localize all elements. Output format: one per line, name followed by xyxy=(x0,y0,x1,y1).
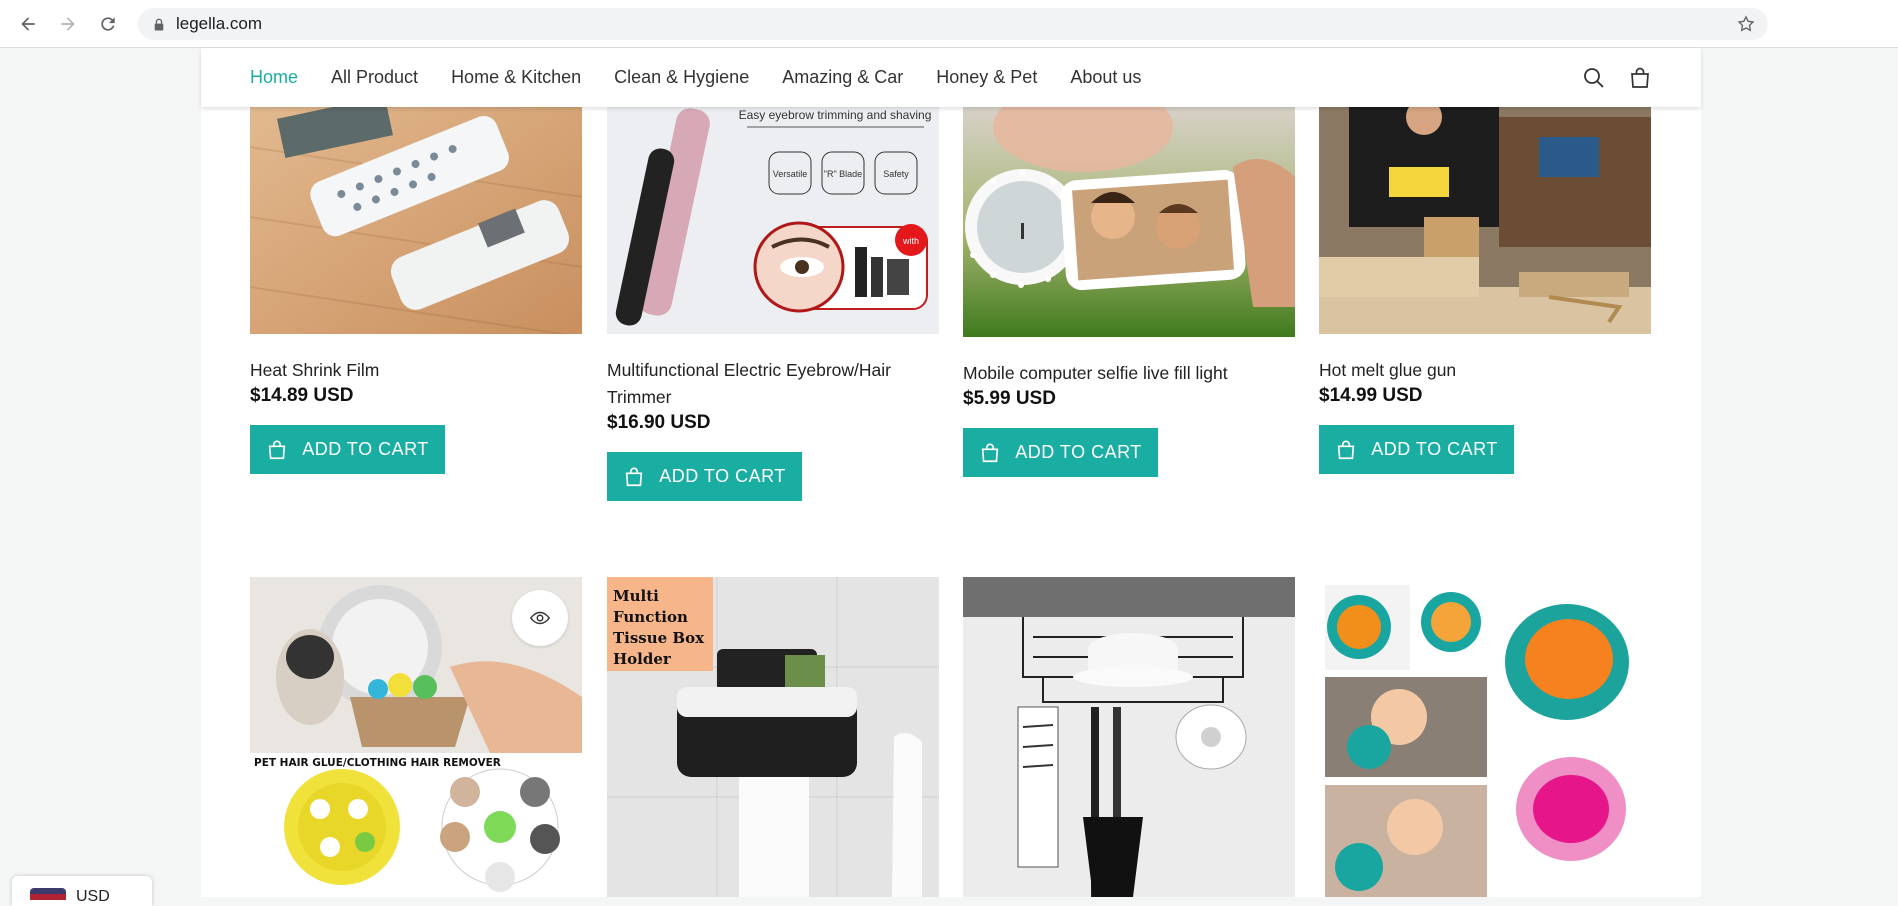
product-title[interactable]: Mobile computer selfie live fill light xyxy=(963,360,1295,387)
menu-item-all-product[interactable]: All Product xyxy=(331,67,418,88)
menu-item-home-kitchen[interactable]: Home & Kitchen xyxy=(451,67,581,88)
svg-text:Tissue Box: Tissue Box xyxy=(613,629,705,647)
add-to-cart-label: ADD TO CART xyxy=(1371,439,1498,459)
us-flag-icon xyxy=(30,888,66,900)
product-price: $16.90 USD xyxy=(607,412,711,433)
image-caption: PET HAIR GLUE/CLOTHING HAIR REMOVER xyxy=(254,757,501,769)
svg-text:Easy eyebrow trimming and shav: Easy eyebrow trimming and shaving xyxy=(739,108,932,122)
svg-text:Holder: Holder xyxy=(613,650,672,668)
menu-item-clean-hygiene[interactable]: Clean & Hygiene xyxy=(614,67,749,88)
product-card[interactable] xyxy=(963,577,1295,897)
product-image-tissue-box-holder[interactable]: Multi Function Tissue Box Holder xyxy=(607,577,939,897)
browser-toolbar: legella.com xyxy=(0,0,1898,48)
search-icon[interactable] xyxy=(1582,66,1606,90)
add-to-cart-label: ADD TO CART xyxy=(659,466,786,486)
svg-text:Versatile: Versatile xyxy=(773,169,808,179)
add-to-cart-button[interactable]: ADD TO CART xyxy=(607,452,802,501)
product-image-selfie-light[interactable] xyxy=(963,107,1295,337)
shopping-bag-icon xyxy=(982,443,999,462)
site-header: Home All Product Home & Kitchen Clean & … xyxy=(201,48,1701,107)
bookmark-star-icon[interactable] xyxy=(1736,14,1756,34)
address-bar[interactable]: legella.com xyxy=(138,8,1768,40)
lock-icon xyxy=(152,17,166,31)
add-to-cart-label: ADD TO CART xyxy=(302,439,429,459)
url-text: legella.com xyxy=(176,14,262,33)
back-icon[interactable] xyxy=(16,12,40,36)
product-card[interactable]: Hot melt glue gun $14.99 USD ADD TO CART xyxy=(1319,107,1651,474)
product-image-gyro-bowl[interactable] xyxy=(1319,577,1651,897)
svg-text:with: with xyxy=(902,236,919,246)
product-title[interactable]: Multifunctional Electric Eyebrow/Hair Tr… xyxy=(607,357,907,411)
product-title[interactable]: Heat Shrink Film xyxy=(250,357,582,384)
product-card[interactable]: Multi Function Tissue Box Holder xyxy=(607,577,939,897)
main-menu: Home All Product Home & Kitchen Clean & … xyxy=(250,48,1174,107)
add-to-cart-label: ADD TO CART xyxy=(1015,442,1142,462)
product-card[interactable]: Heat Shrink Film $14.89 USD ADD TO CART xyxy=(250,107,582,474)
product-price: $14.99 USD xyxy=(1319,385,1423,406)
product-image-under-cabinet-rack[interactable] xyxy=(963,577,1295,897)
currency-selector[interactable]: USD xyxy=(12,876,152,906)
product-card[interactable]: Mobile computer selfie live fill light $… xyxy=(963,107,1295,477)
menu-item-amazing-car[interactable]: Amazing & Car xyxy=(782,67,903,88)
shopping-bag-icon xyxy=(1338,440,1355,459)
product-card[interactable]: Easy eyebrow trimming and shaving Versat… xyxy=(607,107,939,501)
svg-text:Function: Function xyxy=(613,608,688,626)
add-to-cart-button[interactable]: ADD TO CART xyxy=(963,428,1158,477)
product-card[interactable] xyxy=(1319,577,1651,897)
product-price: $14.89 USD xyxy=(250,385,354,406)
svg-text:Multi: Multi xyxy=(613,587,659,605)
add-to-cart-button[interactable]: ADD TO CART xyxy=(250,425,445,474)
reload-icon[interactable] xyxy=(96,12,120,36)
quick-view-button[interactable] xyxy=(512,590,568,646)
product-image-remote-covers[interactable] xyxy=(250,107,582,334)
currency-code: USD xyxy=(76,888,110,905)
product-title[interactable]: Hot melt glue gun xyxy=(1319,357,1651,384)
eye-icon xyxy=(529,611,551,625)
shopping-bag-icon xyxy=(626,467,643,486)
forward-icon[interactable] xyxy=(56,12,80,36)
menu-item-about-us[interactable]: About us xyxy=(1070,67,1141,88)
product-image-glue-gun[interactable] xyxy=(1319,107,1651,334)
svg-text:"R" Blade: "R" Blade xyxy=(824,169,862,179)
menu-item-honey-pet[interactable]: Honey & Pet xyxy=(936,67,1037,88)
product-price: $5.99 USD xyxy=(963,388,1056,409)
shopping-bag-icon xyxy=(269,440,286,459)
product-image-eyebrow-trimmer[interactable]: Easy eyebrow trimming and shaving Versat… xyxy=(607,107,939,334)
svg-text:Safety: Safety xyxy=(883,169,909,179)
add-to-cart-button[interactable]: ADD TO CART xyxy=(1319,425,1514,474)
cart-bag-icon[interactable] xyxy=(1628,66,1652,90)
menu-item-home[interactable]: Home xyxy=(250,67,298,88)
